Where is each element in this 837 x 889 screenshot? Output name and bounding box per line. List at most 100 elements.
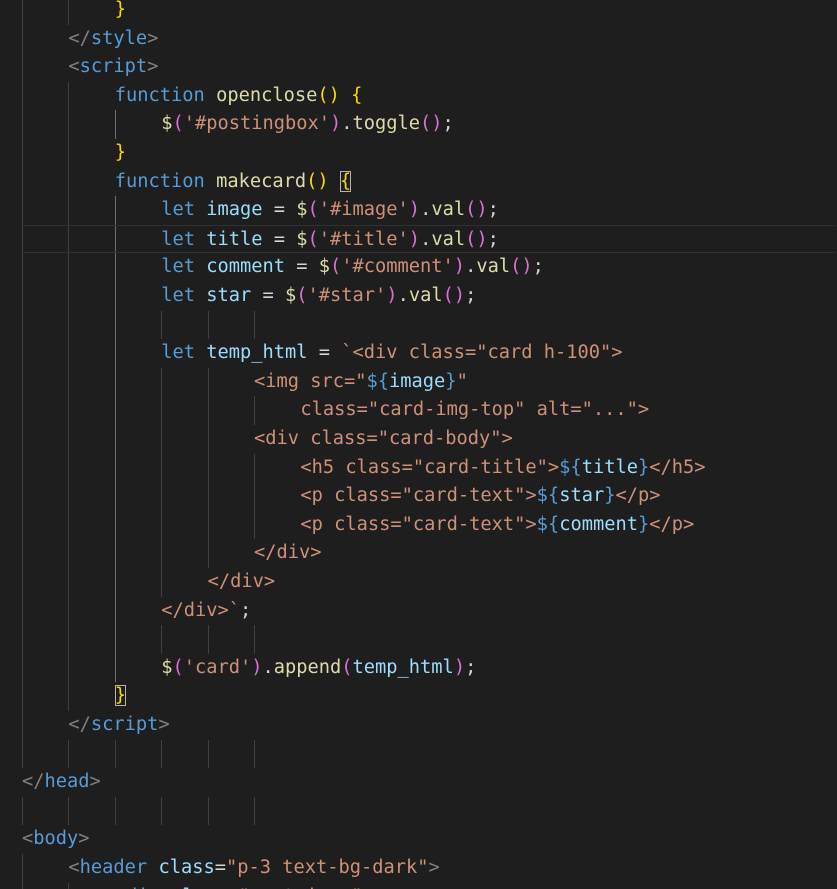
code-line[interactable]: let title = $('#title').val();: [22, 224, 835, 254]
code-token: >: [78, 828, 90, 850]
code-token: "container": [239, 886, 363, 889]
code-line[interactable]: let comment = $('#comment').val();: [22, 253, 544, 282]
code-token: openclose: [216, 84, 318, 106]
code-token: (): [317, 84, 340, 106]
code-token: {: [339, 170, 352, 192]
code-token: class="card-img-top" alt="...">: [300, 399, 650, 421]
code-token: .: [420, 228, 432, 250]
code-token: }: [114, 0, 127, 20]
code-token: `<div class="card h-100">: [341, 342, 623, 364]
code-token: val: [476, 256, 511, 278]
code-token: >: [428, 857, 440, 878]
code-token: let: [161, 199, 195, 221]
code-token: '#comment': [341, 256, 454, 278]
code-token: ): [408, 228, 421, 250]
code-token: ): [408, 199, 421, 221]
code-line[interactable]: </div>: [22, 568, 276, 597]
code-token: (: [330, 256, 342, 278]
code-token: makecard: [216, 170, 307, 192]
code-token: ;: [442, 113, 454, 135]
code-token: }: [637, 456, 650, 478]
code-token: (): [465, 228, 488, 250]
code-line[interactable]: <p class="card-text">${comment}</p>: [22, 511, 694, 540]
code-line[interactable]: </div>`;: [22, 597, 251, 626]
code-line[interactable]: <script>: [22, 53, 158, 82]
code-line[interactable]: <h5 class="card-title">${title}</h5>: [22, 454, 705, 483]
code-token: ;: [465, 656, 477, 678]
code-line[interactable]: <img src="${image}": [22, 368, 468, 397]
code-line[interactable]: }: [22, 682, 127, 711]
code-line[interactable]: <header class="p-3 text-bg-dark">: [22, 854, 440, 883]
indent-guide: [207, 739, 209, 769]
code-token: <p class="card-text">: [300, 513, 537, 535]
code-line[interactable]: <div class="card-body">: [22, 425, 513, 454]
code-token: let: [161, 228, 195, 250]
code-line[interactable]: function makecard() {: [22, 168, 352, 197]
code-line[interactable]: }: [22, 0, 126, 25]
code-token: head: [44, 771, 90, 793]
code-token: $: [296, 199, 308, 221]
code-token: image: [389, 370, 446, 392]
code-token: {: [351, 84, 363, 106]
indent-guide: [68, 739, 70, 769]
code-token: <: [22, 828, 34, 850]
code-token: .: [465, 256, 477, 278]
code-editor[interactable]: } </style> <script> function openclose() {$…: [0, 0, 837, 889]
code-token: =: [262, 199, 297, 221]
code-token: (): [465, 199, 488, 221]
code-token: '#star': [307, 285, 387, 306]
code-token: (): [510, 256, 533, 278]
code-token: ): [453, 256, 466, 278]
code-token: </p>: [649, 513, 695, 535]
code-token: 'card': [183, 656, 252, 678]
code-line[interactable]: let temp_html = `<div class="card h-100"…: [22, 339, 623, 368]
code-token: (: [307, 228, 319, 250]
code-token: </: [68, 27, 91, 49]
code-token: }: [637, 513, 650, 535]
code-line[interactable]: <body>: [22, 825, 90, 854]
code-line[interactable]: </div>: [22, 539, 322, 568]
code-token: </: [22, 771, 45, 793]
code-line[interactable]: let image = $('#image').val();: [22, 196, 499, 225]
code-line[interactable]: $('#postingbox').toggle();: [22, 110, 454, 139]
code-line[interactable]: <p class="card-text">${star}</p>: [22, 482, 660, 511]
code-token: (): [420, 113, 443, 135]
code-token: star: [559, 485, 605, 507]
code-token: body: [33, 828, 79, 850]
code-token: <img src=": [254, 370, 367, 392]
code-token: =: [251, 285, 285, 306]
code-line[interactable]: </style>: [22, 25, 158, 54]
code-token: class: [171, 886, 227, 889]
code-token: title: [206, 228, 263, 250]
code-line[interactable]: let star = $('#star').val();: [22, 282, 476, 311]
indent-guide: [207, 796, 209, 826]
code-token: ;: [487, 228, 499, 250]
code-token: }: [114, 142, 127, 163]
code-token: val: [431, 199, 466, 221]
code-line[interactable]: </script>: [22, 711, 169, 740]
code-token: <div class="card-body">: [254, 428, 513, 449]
code-token: '#image': [318, 199, 409, 221]
code-line[interactable]: $('card').append(temp_html);: [22, 654, 476, 683]
code-token: =: [214, 857, 226, 878]
code-token: ${: [559, 456, 582, 478]
code-token: "p-3 text-bg-dark": [225, 857, 429, 878]
code-line[interactable]: class="card-img-top" alt="...">: [22, 396, 649, 425]
code-token: toggle: [352, 113, 421, 135]
code-token: </div>: [254, 542, 322, 564]
code-token: (): [442, 285, 466, 306]
code-line[interactable]: </head>: [22, 768, 101, 797]
indent-guide: [161, 796, 163, 826]
code-line[interactable]: }: [22, 139, 126, 168]
code-token: temp_html: [352, 656, 454, 678]
indent-guide: [114, 739, 116, 769]
code-token: temp_html: [206, 342, 308, 364]
code-line[interactable]: <div class="container">: [22, 883, 374, 889]
code-line[interactable]: function openclose() {: [22, 82, 363, 111]
code-token: </div>: [207, 571, 276, 592]
